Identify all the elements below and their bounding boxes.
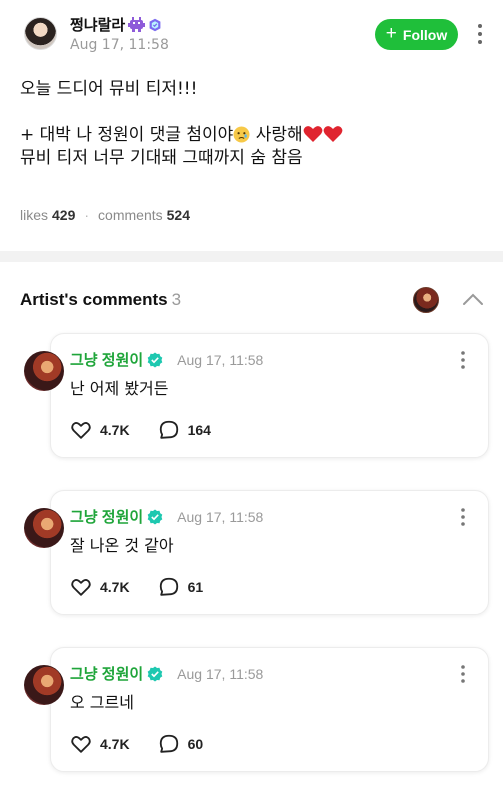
red-heart-emoji-icon bbox=[303, 126, 323, 142]
like-count: 4.7K bbox=[100, 736, 130, 752]
stat-separator: · bbox=[84, 207, 90, 223]
speech-bubble-icon bbox=[159, 734, 178, 753]
comment-author[interactable]: 그냥 정원이 bbox=[70, 506, 143, 527]
follow-label: Follow bbox=[402, 26, 448, 43]
like-button[interactable]: 4.7K bbox=[70, 733, 130, 755]
reply-count: 61 bbox=[187, 579, 204, 595]
post-stats: likes 429 · comments 524 bbox=[20, 207, 190, 223]
comment-text: 잘 나온 것 같아 bbox=[70, 536, 174, 555]
post-body: 오늘 드디어 뮤비 티저!!! + 대박 나 정원이 댓글 첨이야 사랑해 뮤비… bbox=[20, 78, 490, 170]
comments-count: 524 bbox=[166, 207, 190, 223]
red-heart-emoji-icon bbox=[323, 126, 343, 142]
follow-button[interactable]: + Follow bbox=[375, 19, 458, 50]
comment-header: 그냥 정원이 Aug 17, 11:58 bbox=[70, 349, 263, 370]
comment-author[interactable]: 그냥 정원이 bbox=[70, 663, 143, 684]
post-line-2-text: + 대박 나 정원이 댓글 첨이야 bbox=[20, 125, 234, 145]
plus-icon: + bbox=[385, 23, 397, 44]
comment-actions: 4.7K 164 bbox=[70, 419, 211, 441]
section-divider bbox=[0, 251, 503, 262]
comments-label: comments bbox=[98, 207, 163, 223]
likes-count: 429 bbox=[52, 207, 76, 223]
verified-fan-badge-icon bbox=[149, 18, 161, 31]
reply-button[interactable]: 164 bbox=[158, 419, 211, 441]
post-timestamp: Aug 17, 11:58 bbox=[70, 37, 169, 53]
alien-emoji-icon bbox=[128, 17, 146, 32]
reply-count: 60 bbox=[187, 736, 204, 752]
verified-check-icon bbox=[147, 509, 163, 524]
comment-actions: 4.7K 61 bbox=[70, 576, 203, 598]
like-button[interactable]: 4.7K bbox=[70, 576, 130, 598]
more-vertical-icon[interactable] bbox=[459, 350, 467, 370]
likes-label: likes bbox=[20, 207, 49, 223]
artist-avatar[interactable] bbox=[24, 351, 64, 391]
like-button[interactable]: 4.7K bbox=[70, 419, 130, 441]
reply-count: 164 bbox=[187, 422, 211, 438]
comment-actions: 4.7K 60 bbox=[70, 733, 203, 755]
comment-timestamp: Aug 17, 11:58 bbox=[177, 665, 264, 682]
artist-comment: 그냥 정원이 Aug 17, 11:58 오 그르네 4.7K 60 bbox=[0, 647, 503, 797]
post: 쩡냐랄라 Aug 17, 11:58 + Follow 오늘 드디어 뮤비 티저… bbox=[0, 0, 503, 251]
speech-bubble-icon bbox=[159, 420, 178, 439]
heart-outline-icon bbox=[71, 422, 91, 439]
chevron-up-icon[interactable] bbox=[462, 292, 484, 306]
post-line-2: + 대박 나 정원이 댓글 첨이야 사랑해 bbox=[20, 124, 490, 147]
author-avatar[interactable] bbox=[24, 17, 57, 50]
post-line-3: 뮤비 티저 너무 기대돼 그때까지 숨 참음 bbox=[20, 148, 303, 168]
author-name[interactable]: 쩡냐랄라 bbox=[70, 14, 125, 35]
artist-comments-count: 3 bbox=[171, 290, 182, 309]
author-row: 쩡냐랄라 bbox=[70, 14, 162, 35]
artist-comment: 그냥 정원이 Aug 17, 11:58 난 어제 봤거든 4.7K 164 bbox=[0, 333, 503, 483]
post-line-2-tail: 사랑해 bbox=[250, 125, 303, 145]
comment-author[interactable]: 그냥 정원이 bbox=[70, 349, 143, 370]
crying-face-emoji-icon bbox=[233, 126, 250, 143]
more-vertical-icon[interactable] bbox=[476, 22, 484, 46]
artist-comments-title-text: Artist's comments bbox=[20, 290, 168, 309]
likes-stat[interactable]: likes 429 bbox=[20, 207, 75, 223]
more-vertical-icon[interactable] bbox=[459, 507, 467, 527]
speech-bubble-icon bbox=[159, 577, 178, 596]
comments-stat[interactable]: comments 524 bbox=[98, 207, 190, 223]
artist-comments-title: Artist's comments 3 bbox=[20, 290, 181, 310]
artist-avatar[interactable] bbox=[24, 665, 64, 705]
artist-avatar[interactable] bbox=[24, 508, 64, 548]
reply-button[interactable]: 60 bbox=[158, 733, 204, 755]
heart-outline-icon bbox=[71, 579, 91, 596]
post-line-1: 오늘 드디어 뮤비 티저!!! bbox=[20, 79, 198, 99]
reply-button[interactable]: 61 bbox=[158, 576, 204, 598]
artist-comment: 그냥 정원이 Aug 17, 11:58 잘 나온 것 같아 4.7K 61 bbox=[0, 490, 503, 640]
heart-outline-icon bbox=[71, 736, 91, 753]
artist-comments-header: Artist's comments 3 bbox=[0, 262, 503, 332]
comment-header: 그냥 정원이 Aug 17, 11:58 bbox=[70, 663, 263, 684]
comment-timestamp: Aug 17, 11:58 bbox=[177, 351, 264, 368]
comment-text: 난 어제 봤거든 bbox=[70, 379, 169, 398]
comment-header: 그냥 정원이 Aug 17, 11:58 bbox=[70, 506, 263, 527]
verified-check-icon bbox=[147, 666, 163, 681]
artist-avatar[interactable] bbox=[413, 287, 439, 313]
like-count: 4.7K bbox=[100, 422, 130, 438]
comment-text: 오 그르네 bbox=[70, 693, 134, 712]
more-vertical-icon[interactable] bbox=[459, 664, 467, 684]
verified-check-icon bbox=[147, 352, 163, 367]
like-count: 4.7K bbox=[100, 579, 130, 595]
comment-timestamp: Aug 17, 11:58 bbox=[177, 508, 264, 525]
